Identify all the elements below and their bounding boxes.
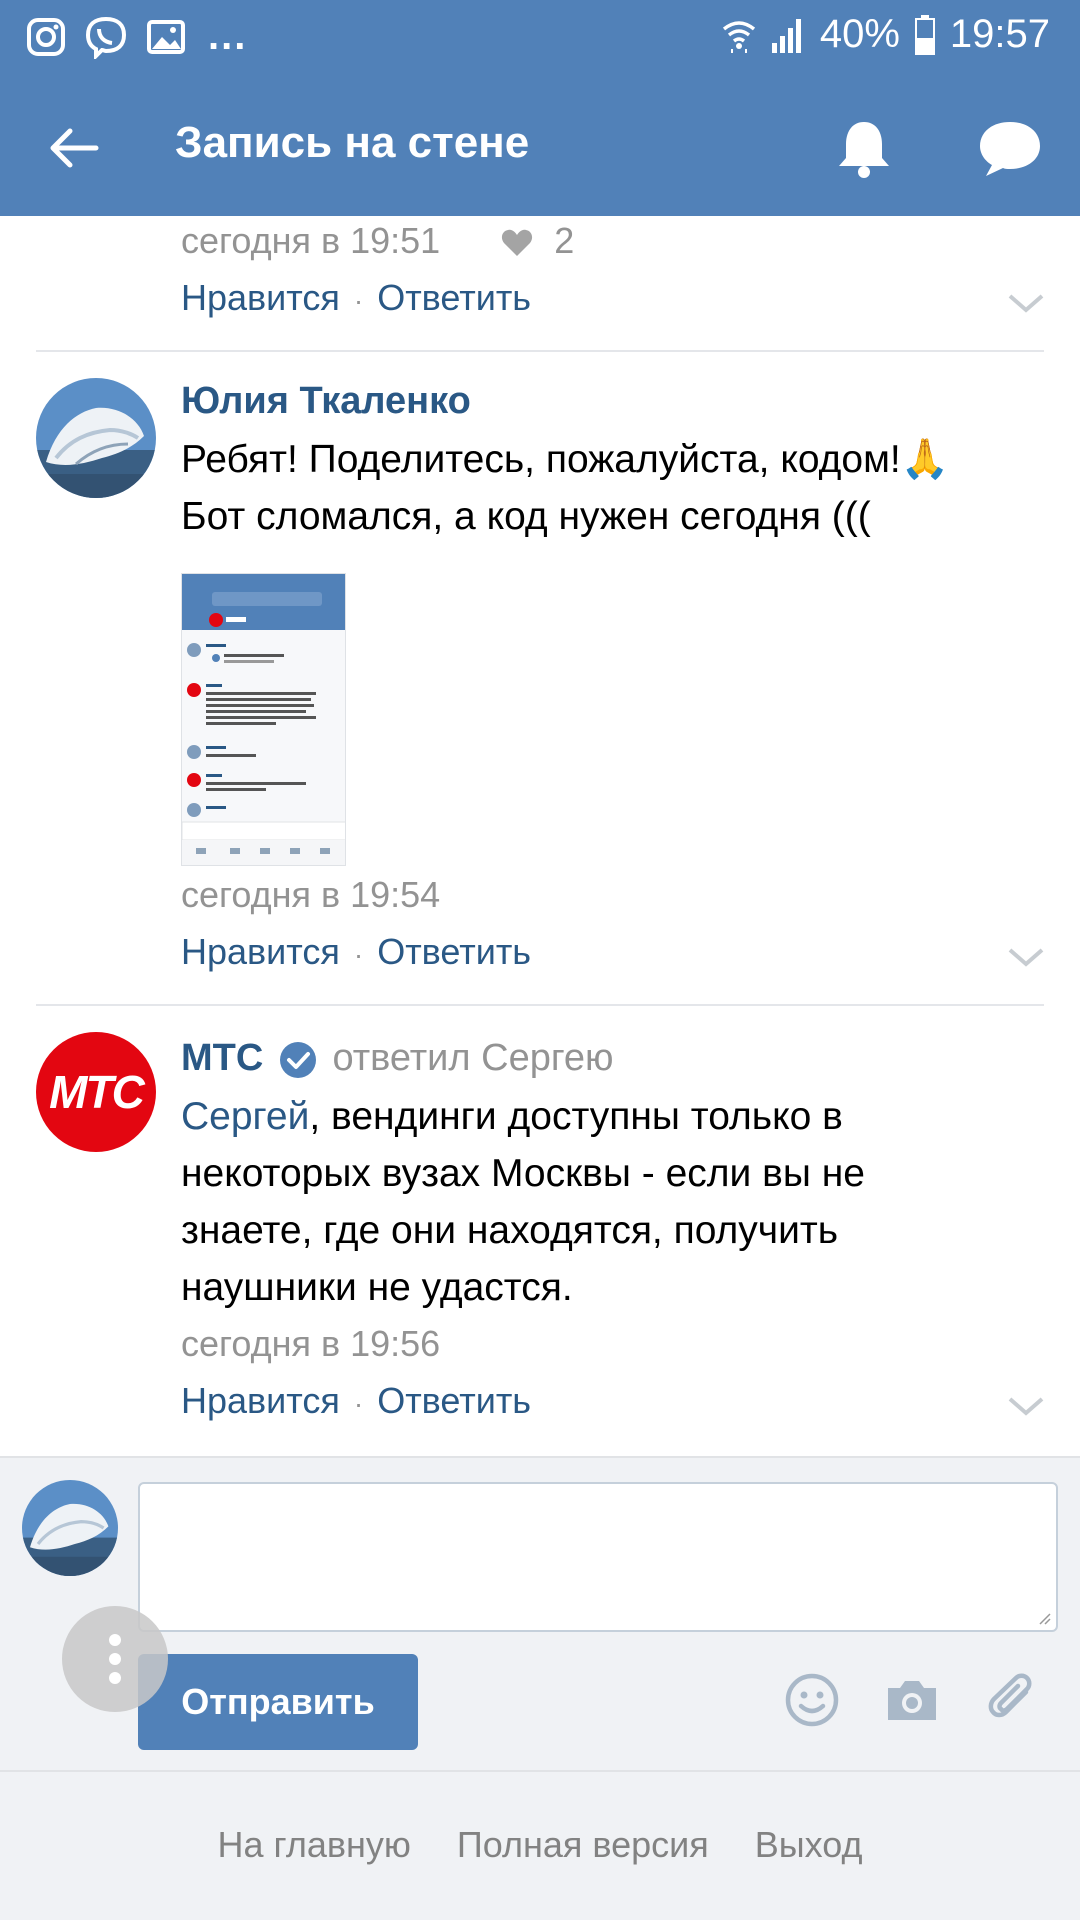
comment-timestamp: сегодня в 19:54 (181, 874, 441, 915)
back-arrow-icon[interactable] (44, 118, 104, 178)
gallery-icon (147, 19, 185, 54)
like-link[interactable]: Нравится (181, 931, 340, 972)
mts-logo-text: МТС (49, 1066, 145, 1118)
comment-text: Ребят! Поделитесь, пожалуйста, кодом!🙏 Б… (181, 438, 950, 538)
chevron-down-icon[interactable] (1006, 292, 1046, 316)
wifi-icon (722, 20, 755, 53)
footer-link-home[interactable]: На главную (217, 1824, 410, 1866)
divider (36, 350, 1044, 352)
comment-author[interactable]: МТС (181, 1037, 263, 1079)
comment-timestamp: сегодня в 19:51 2 (181, 220, 575, 261)
chevron-down-icon[interactable] (1006, 946, 1046, 970)
send-button[interactable]: Отправить (138, 1654, 418, 1750)
battery-icon (914, 14, 935, 55)
heart-icon (502, 230, 533, 257)
my-avatar (22, 1480, 118, 1576)
attach-icon[interactable] (982, 1670, 1042, 1730)
comment-actions: Нравится · Ответить (181, 277, 531, 319)
comment-timestamp: сегодня в 19:56 (181, 1323, 441, 1364)
signal-icon (771, 18, 801, 53)
floating-menu-button[interactable] (62, 1606, 168, 1712)
resize-handle-icon[interactable] (1038, 1612, 1052, 1626)
footer: На главную Полная версия Выход (0, 1770, 1080, 1920)
instagram-icon (27, 17, 65, 56)
messages-icon[interactable] (976, 116, 1044, 180)
emoji-icon[interactable] (782, 1670, 842, 1730)
more-vertical-icon (109, 1634, 121, 1684)
battery-percent: 40% (819, 12, 900, 56)
reply-link[interactable]: Ответить (377, 931, 531, 972)
separator-dot: · (353, 285, 364, 316)
footer-links: На главную Полная версия Выход (0, 1824, 1080, 1866)
camera-icon[interactable] (882, 1670, 942, 1730)
reply-link[interactable]: Ответить (377, 277, 531, 318)
mts-avatar[interactable]: МТС (36, 1032, 156, 1152)
comment-author[interactable]: Юлия Ткаленко (181, 380, 471, 423)
attached-screenshot-thumbnail[interactable] (181, 573, 346, 866)
replied-to-label: ответил Сергею (332, 1037, 614, 1079)
mention-link[interactable]: Сергей (181, 1095, 309, 1138)
comment-actions: Нравится · Ответить (181, 931, 531, 973)
separator-dot: · (353, 1388, 364, 1419)
footer-link-logout[interactable]: Выход (755, 1824, 863, 1866)
separator-dot: · (353, 939, 364, 970)
avatar[interactable] (36, 378, 156, 498)
clock: 19:57 (949, 12, 1050, 56)
footer-link-full-version[interactable]: Полная версия (457, 1824, 709, 1866)
comment-input[interactable] (138, 1482, 1058, 1632)
comment-author-line: МТС ответил Сергею (181, 1037, 614, 1080)
verified-icon (279, 1041, 316, 1078)
like-count: 2 (554, 220, 575, 261)
bell-icon[interactable] (832, 116, 896, 180)
divider (36, 1004, 1044, 1006)
page-title: Запись на стене (175, 118, 530, 167)
notification-more: ... (208, 14, 248, 58)
status-bar: ... 40% 19:57 (0, 0, 1080, 80)
like-link[interactable]: Нравится (181, 277, 340, 318)
chevron-down-icon[interactable] (1006, 1395, 1046, 1419)
like-link[interactable]: Нравится (181, 1380, 340, 1421)
comment-actions: Нравится · Ответить (181, 1380, 531, 1422)
app-header: Запись на стене (0, 80, 1080, 216)
reply-link[interactable]: Ответить (377, 1380, 531, 1421)
viber-icon (85, 16, 127, 59)
comment-text: Сергей, вендинги доступны только в некот… (181, 1095, 865, 1309)
